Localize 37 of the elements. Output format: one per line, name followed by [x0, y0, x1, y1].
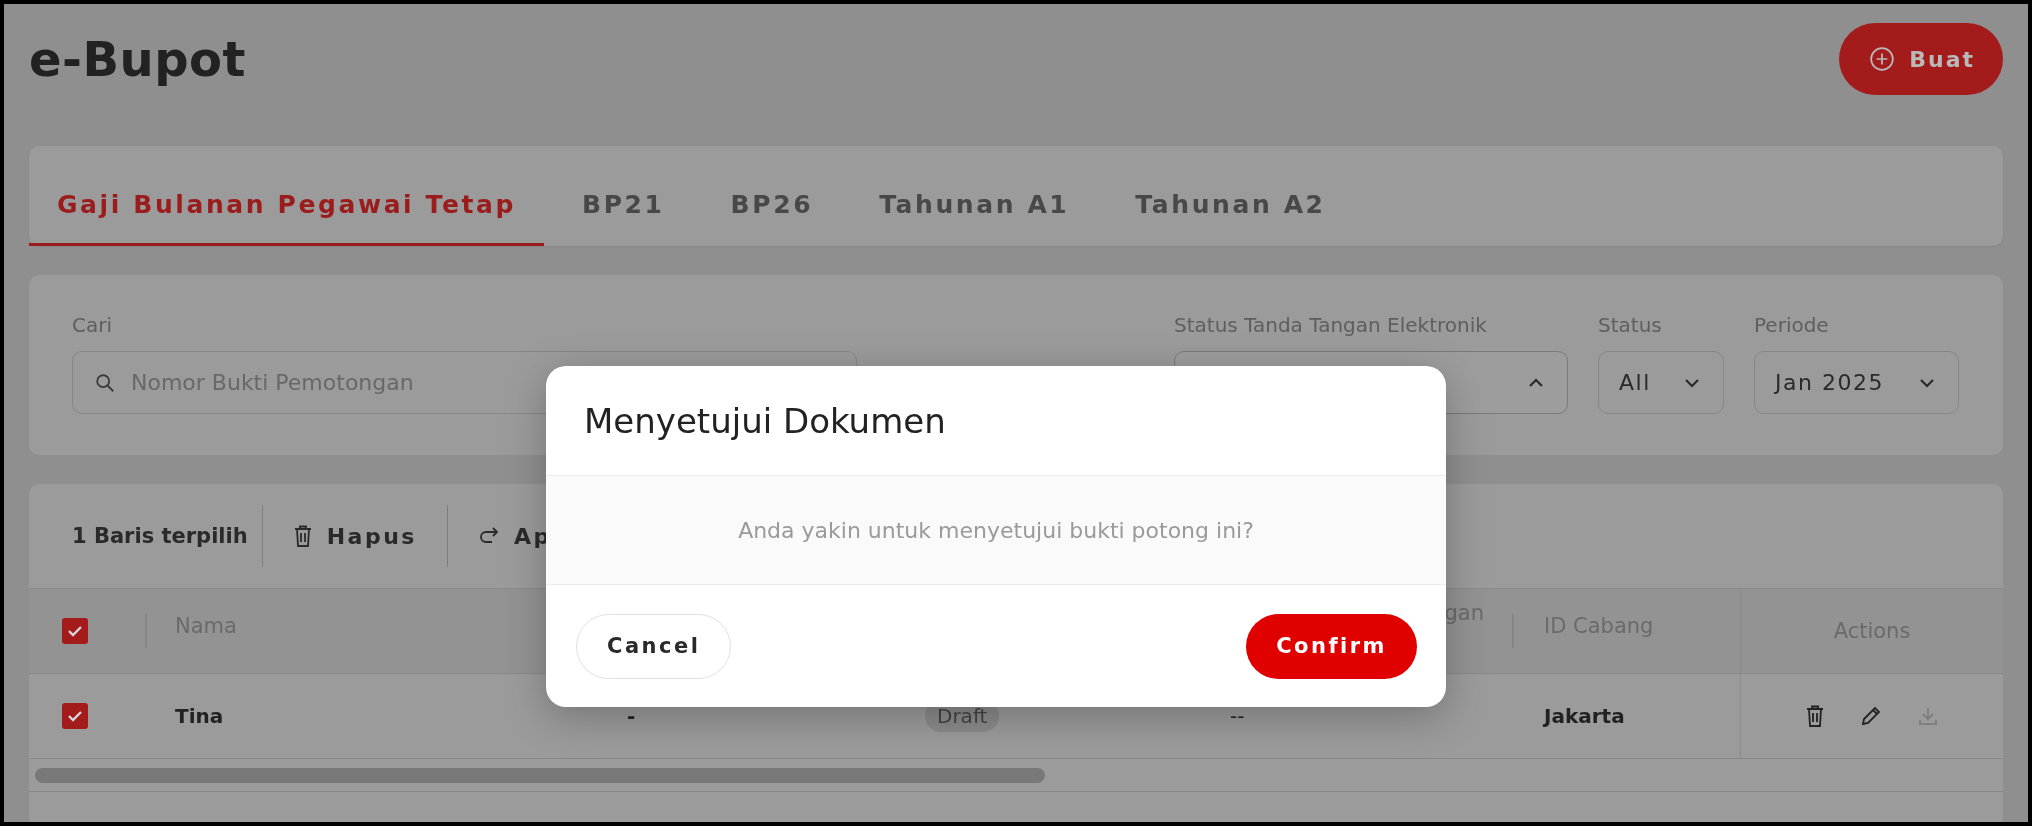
confirm-button[interactable]: Confirm [1246, 613, 1417, 679]
dialog-message: Anda yakin untuk menyetujui bukti potong ini? [738, 517, 1254, 543]
download-icon [1917, 705, 1939, 727]
tab[interactable]: BP26 [702, 146, 842, 246]
table-cell-text: Tina [174, 704, 224, 728]
plus-circle-icon [1869, 46, 1896, 72]
checkbox[interactable] [62, 618, 88, 644]
filter-label: Status [1598, 312, 1663, 337]
delete-action[interactable] [1805, 704, 1825, 728]
table-cell: -- [1230, 704, 1245, 728]
create-button[interactable]: Buat [1839, 23, 2003, 95]
chevron-down-icon [1918, 376, 1936, 389]
cancel-button[interactable]: Cancel [576, 613, 732, 679]
scrollbar[interactable] [35, 767, 1045, 783]
filter-label: Status Tanda Tangan Elektronik [1174, 312, 1488, 337]
selection-count: 1 Baris terpilih [72, 524, 249, 548]
edit-action[interactable] [1859, 704, 1883, 728]
search-icon [94, 372, 116, 394]
tab[interactable]: BP21 [554, 146, 693, 246]
table-cell: - [627, 704, 636, 728]
redo-arrow-icon [477, 526, 500, 546]
chevron-down-icon [1683, 376, 1701, 389]
checkbox[interactable] [62, 703, 88, 729]
tab[interactable]: Tahunan A1 [851, 146, 1098, 246]
trash-icon [292, 524, 313, 548]
tab[interactable]: Gaji Bulanan Pegawai Tetap [29, 146, 544, 246]
filter-label: Cari [72, 312, 113, 337]
status-select[interactable]: All [1598, 351, 1724, 414]
period-select[interactable]: Jan 2025 [1754, 351, 1959, 414]
trash-icon [1805, 704, 1825, 728]
chevron-up-icon [1527, 376, 1545, 389]
page-title: e-Bupot [29, 31, 246, 87]
pencil-icon [1859, 704, 1883, 728]
table-cell: Jakarta [1544, 704, 1625, 728]
delete-button[interactable]: Hapus [262, 523, 447, 549]
tab[interactable]: Tahunan A2 [1107, 146, 1354, 246]
filter-label: Periode [1754, 312, 1830, 337]
